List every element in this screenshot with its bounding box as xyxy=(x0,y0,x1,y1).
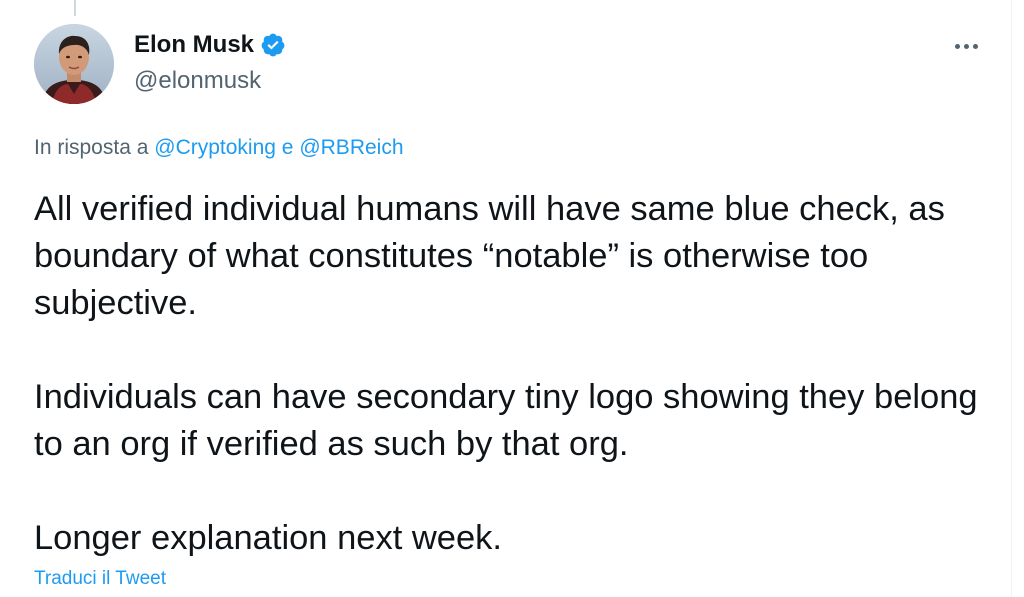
verified-badge-icon xyxy=(260,32,286,58)
reply-mention-rbreich[interactable]: @RBReich xyxy=(299,136,403,159)
tweet-card: Elon Musk @elonmusk In risposta a @Crypt… xyxy=(0,0,1024,597)
author-display-name[interactable]: Elon Musk xyxy=(134,30,254,60)
more-options-button[interactable] xyxy=(948,34,984,58)
tweet-paragraph: Individuals can have secondary tiny logo… xyxy=(34,378,978,463)
reply-conjunction: e xyxy=(281,136,294,159)
translate-tweet-link[interactable]: Traduci il Tweet xyxy=(34,566,166,592)
tweet-paragraph: All verified individual humans will have… xyxy=(34,190,945,322)
thread-connector-line xyxy=(74,0,76,16)
column-border xyxy=(1011,0,1012,597)
avatar[interactable] xyxy=(34,24,114,104)
reply-mention-cryptoking[interactable]: @Cryptoking xyxy=(154,136,276,159)
reply-prefix: In risposta a xyxy=(34,136,149,159)
more-horizontal-icon xyxy=(954,43,960,49)
more-horizontal-icon-dot xyxy=(972,43,978,49)
tweet-paragraph: Longer explanation next week. xyxy=(34,519,502,557)
avatar-image xyxy=(34,24,114,104)
author-name-row: Elon Musk xyxy=(134,30,286,60)
tweet-text: All verified individual humans will have… xyxy=(34,186,984,562)
more-horizontal-icon-dot xyxy=(963,43,969,49)
author-handle[interactable]: @elonmusk xyxy=(134,66,261,96)
reply-context: In risposta a @Cryptoking e @RBReich xyxy=(34,134,404,162)
